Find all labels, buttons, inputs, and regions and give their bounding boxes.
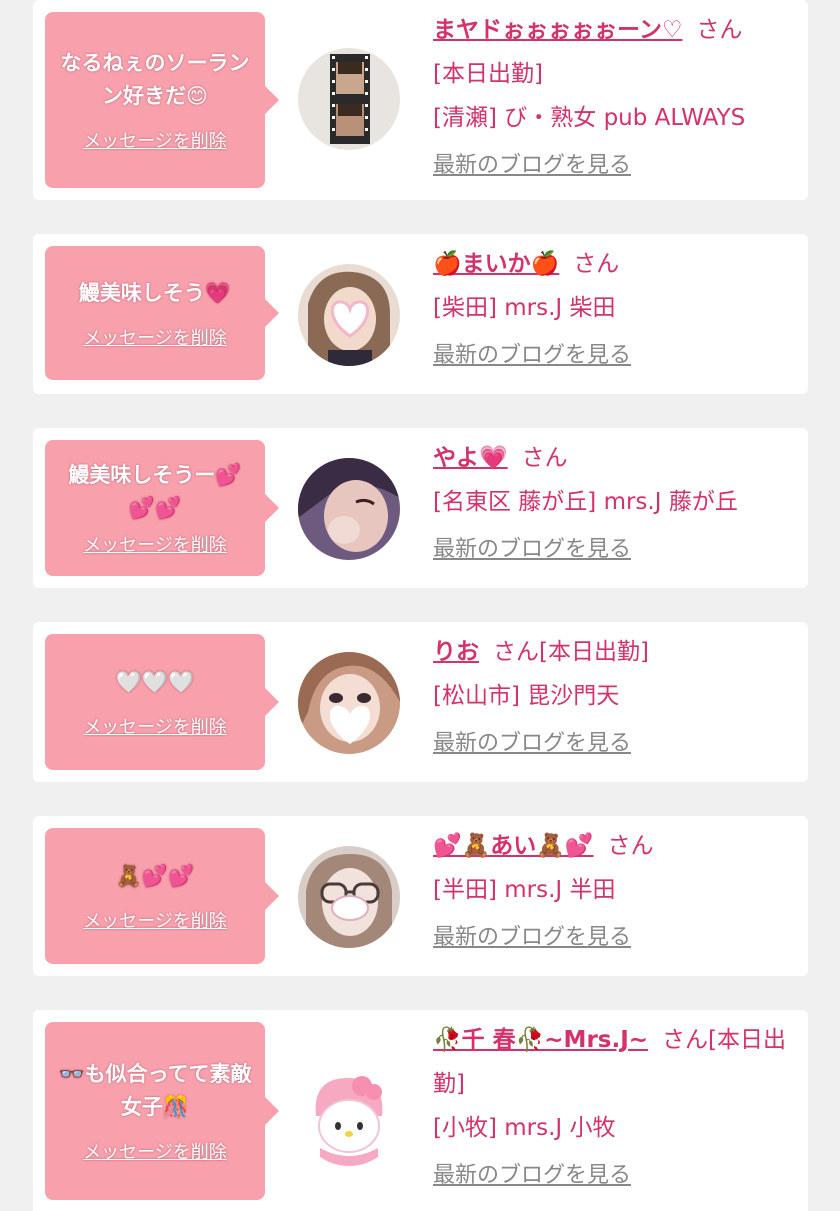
honorific-suffix: さん[本日出勤] [493,639,649,665]
message-card: 鰻美味しそう💗 メッセージを削除 🍎まいか🍎 さん [柴田] mrs.J 柴田 最… [33,234,808,394]
message-card: 鰻美味しそうー💕💕💕 メッセージを削除 やよ💗 さん [名東区 藤が丘] mrs.… [33,428,808,588]
message-card: なるねぇのソーランン好きだ😊 メッセージを削除 まヤドぉぉぉぉぉーン♡ さん [… [33,0,808,200]
message-text: なるねぇのソーランン好きだ😊 [60,51,250,108]
wink-avatar-icon [298,458,400,560]
message-text: 鰻美味しそうー💕💕💕 [68,463,242,520]
message-text: 🤍🤍🤍 [115,669,195,694]
sender-info: 💕🧸あい🧸💕 さん [半田] mrs.J 半田 最新のブログを見る [433,824,790,960]
shop-text: [小牧] mrs.J 小牧 [433,1115,616,1141]
delete-message-link[interactable]: メッセージを削除 [83,127,227,153]
message-bubble: 鰻美味しそうー💕💕💕 メッセージを削除 [45,440,279,576]
message-bubble: 鰻美味しそう💗 メッセージを削除 [45,246,279,380]
delete-message-link[interactable]: メッセージを削除 [83,713,227,739]
view-blog-link[interactable]: 最新のブログを見る [433,1154,631,1198]
name-line: やよ💗 さん [433,436,790,480]
message-bubble: 👓も似合ってて素敵女子🎊 メッセージを削除 [45,1022,279,1200]
sender-name-link[interactable]: 💕🧸あい🧸💕 [433,833,594,859]
honorific-suffix: さん [696,17,743,43]
message-bubble: 🧸💕💕 メッセージを削除 [45,828,279,964]
view-blog-link[interactable]: 最新のブログを見る [433,722,631,766]
status-text: [本日出勤] [433,61,543,87]
delete-message-link[interactable]: メッセージを削除 [83,907,227,933]
sender-info: りお さん[本日出勤] [松山市] 毘沙門天 最新のブログを見る [433,630,790,766]
shop-text: [半田] mrs.J 半田 [433,877,616,903]
photo-strip-avatar-icon [298,48,400,150]
shop-text: [清瀬] び・熟女 pub ALWAYS [433,105,746,131]
honorific-suffix: さん [607,833,654,859]
view-blog-link[interactable]: 最新のブログを見る [433,144,631,188]
delete-message-link[interactable]: メッセージを削除 [83,324,227,350]
sender-name-link[interactable]: りお [433,639,479,665]
glasses-avatar-icon [298,846,400,948]
sender-name-link[interactable]: 🍎まいか🍎 [433,251,559,277]
message-card: 👓も似合ってて素敵女子🎊 メッセージを削除 🥀千 春🥀~Mrs.J~ さん[本日出… [33,1010,808,1211]
sender-info: まヤドぉぉぉぉぉーン♡ さん [本日出勤] [清瀬] び・熟女 pub ALWAY… [433,8,790,188]
name-line: 💕🧸あい🧸💕 さん [433,824,790,868]
avatar[interactable] [298,652,400,754]
honorific-suffix: さん [573,251,620,277]
name-line: 🥀千 春🥀~Mrs.J~ さん[本日出勤] [433,1018,790,1106]
sender-name-link[interactable]: 🥀千 春🥀~Mrs.J~ [433,1027,648,1053]
sender-info: 🍎まいか🍎 さん [柴田] mrs.J 柴田 最新のブログを見る [433,242,790,378]
message-card: 🧸💕💕 メッセージを削除 💕🧸あい🧸💕 さん [半田] mrs.J 半田 最新のブ… [33,816,808,976]
plush-toy-avatar-icon [298,1064,400,1166]
shop-text: [柴田] mrs.J 柴田 [433,295,616,321]
shop-text: [松山市] 毘沙門天 [433,683,620,709]
name-line: まヤドぉぉぉぉぉーン♡ さん [433,8,790,52]
message-card: 🤍🤍🤍 メッセージを削除 りお さん[本日出勤] [松山市] 毘沙門天 最新のブロ… [33,622,808,782]
avatar[interactable] [298,1064,400,1166]
name-line: りお さん[本日出勤] [433,630,790,674]
message-text: 🧸💕💕 [115,863,195,888]
delete-message-link[interactable]: メッセージを削除 [83,1138,227,1164]
sender-name-link[interactable]: やよ💗 [433,445,508,471]
honorific-suffix: さん [521,445,568,471]
sender-name-link[interactable]: まヤドぉぉぉぉぉーン♡ [433,17,682,43]
message-text: 👓も似合ってて素敵女子🎊 [58,1062,252,1119]
view-blog-link[interactable]: 最新のブログを見る [433,528,631,572]
delete-message-link[interactable]: メッセージを削除 [83,531,227,557]
shop-text: [名東区 藤が丘] mrs.J 藤が丘 [433,489,738,515]
message-text: 鰻美味しそう💗 [78,280,232,305]
sender-info: 🥀千 春🥀~Mrs.J~ さん[本日出勤] [小牧] mrs.J 小牧 最新のブロ… [433,1018,790,1198]
avatar[interactable] [298,264,400,366]
avatar[interactable] [298,48,400,150]
message-bubble: なるねぇのソーランン好きだ😊 メッセージを削除 [45,12,279,188]
heart-face-avatar-icon [298,264,400,366]
name-line: 🍎まいか🍎 さん [433,242,790,286]
view-blog-link[interactable]: 最新のブログを見る [433,916,631,960]
view-blog-link[interactable]: 最新のブログを見る [433,334,631,378]
avatar[interactable] [298,846,400,948]
message-bubble: 🤍🤍🤍 メッセージを削除 [45,634,279,770]
heart-face-avatar-icon [298,652,400,754]
sender-info: やよ💗 さん [名東区 藤が丘] mrs.J 藤が丘 最新のブログを見る [433,436,790,572]
avatar[interactable] [298,458,400,560]
